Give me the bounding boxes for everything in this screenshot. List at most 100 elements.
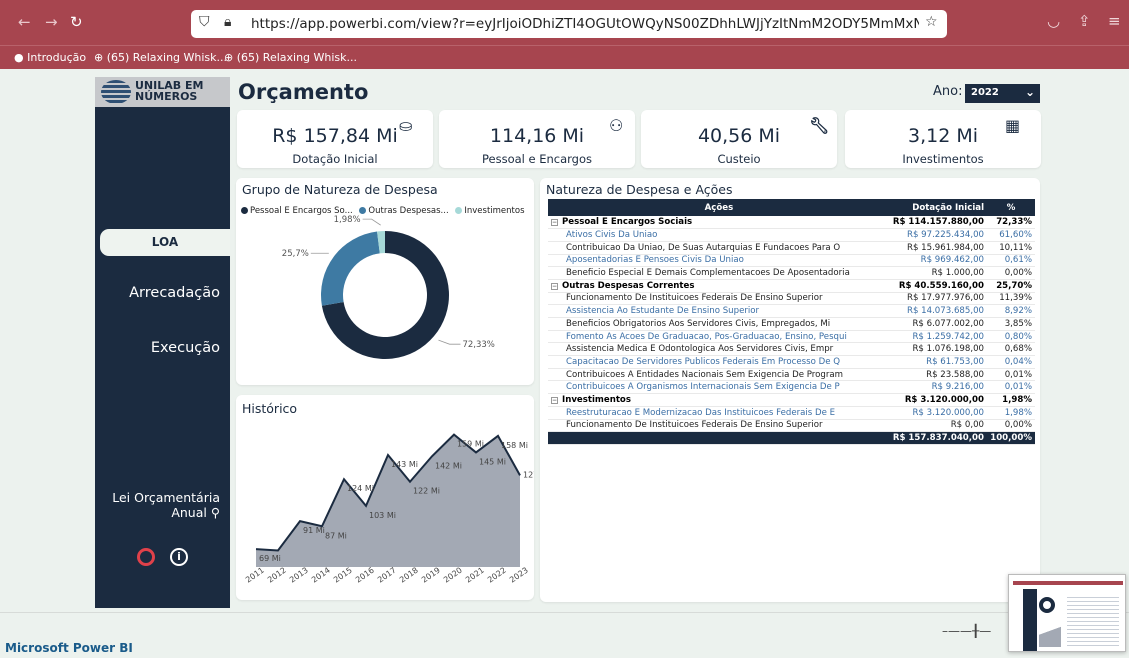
column-header-acoes[interactable]: Ações <box>548 199 890 216</box>
group-row[interactable]: − Investimentos R$ 3.120.000,00 1,98% <box>548 393 1035 407</box>
table-row[interactable]: Capacitacao De Servidores Publicos Feder… <box>548 355 1035 369</box>
page-title: Orçamento <box>238 80 369 104</box>
table-row[interactable]: Contribuicao Da Uniao, De Suas Autarquia… <box>548 241 1035 255</box>
history-area-chart[interactable]: 69 Mi 91 Mi87 Mi 124 Mi 103 Mi 143 Mi 122 Mi 1… <box>236 395 534 600</box>
menu-icon[interactable]: ≡ <box>1108 12 1121 30</box>
cell-percent: 1,98% <box>987 406 1035 420</box>
cell-acao: Contribuicao Da Uniao, De Suas Autarquia… <box>548 241 890 255</box>
address-bar[interactable]: ⛉ 🔒︎ https://app.powerbi.com/view?r=eyJr… <box>191 10 947 38</box>
lock-icon[interactable]: 🔒︎ <box>224 14 231 30</box>
table-row[interactable]: Contribuicoes A Entidades Nacionais Sem … <box>548 368 1035 382</box>
column-header-percent[interactable]: % <box>987 199 1035 216</box>
x-tick-label: 2013 <box>288 566 310 585</box>
table-row[interactable]: Beneficios Obrigatorios Aos Servidores C… <box>548 317 1035 331</box>
browser-toolbar: ← → ↻ ⛉ 🔒︎ https://app.powerbi.com/view?… <box>0 0 1129 45</box>
table-row[interactable]: Contribuicoes A Organismos Internacionai… <box>548 380 1035 395</box>
kpi-card-custeio: 40,56 Mi Custeio 🔧︎ <box>641 110 837 168</box>
info-icon[interactable]: i <box>170 548 188 566</box>
page-thumbnail[interactable] <box>1008 574 1126 652</box>
sidebar-item-execucao[interactable]: Execução <box>110 340 230 356</box>
forward-icon[interactable]: → <box>45 13 58 31</box>
shield-icon[interactable]: ⛉ <box>199 14 210 30</box>
group-row[interactable]: − Pessoal E Encargos Sociais R$ 114.157.88… <box>548 216 1035 230</box>
cell-dotacao: R$ 0,00 <box>889 419 988 433</box>
table-row[interactable]: Assistencia Ao Estudante De Ensino Super… <box>548 304 1035 318</box>
table-row[interactable]: Aposentadorias E Pensoes Civis Da Uniao R… <box>548 254 1035 268</box>
bookmarks-bar: ● Introdução ⊕ (65) Relaxing Whisk... ⊕ … <box>0 45 1129 69</box>
cell-dotacao: R$ 15.961.984,00 <box>889 241 988 255</box>
cell-acao: Contribuicoes A Entidades Nacionais Sem … <box>548 368 890 382</box>
cell-percent: 0,00% <box>987 419 1035 433</box>
cell-percent: 25,70% <box>987 279 1035 293</box>
cell-total-label <box>548 431 890 445</box>
url-text[interactable]: https://app.powerbi.com/view?r=eyJrIjoiO… <box>251 16 919 32</box>
cell-dotacao: R$ 969.462,00 <box>889 254 988 268</box>
x-tick-label: 2011 <box>244 566 266 585</box>
footer-line2: Anual <box>171 505 207 520</box>
area-data-label: 91 Mi <box>303 526 325 535</box>
wrench-icon: 🔧︎ <box>809 116 830 135</box>
zoom-slider[interactable]: –——╂— <box>942 624 991 638</box>
x-tick-label: 2014 <box>310 566 332 585</box>
bookmark-relaxing-1[interactable]: ⊕ (65) Relaxing Whisk... <box>94 51 227 64</box>
cell-dotacao: R$ 6.077.002,00 <box>889 317 988 331</box>
table-row[interactable]: Beneficio Especial E Demais Complementac… <box>548 266 1035 280</box>
table-row[interactable]: Assistencia Medica E Odontologica Aos Se… <box>548 342 1035 357</box>
powerbi-link[interactable]: Microsoft Power BI <box>5 641 133 655</box>
area-data-label: 159 Mi <box>457 440 484 449</box>
cell-dotacao: R$ 9.216,00 <box>889 380 988 395</box>
cell-acao: Assistencia Medica E Odontologica Aos Se… <box>548 342 890 357</box>
back-icon[interactable]: ← <box>18 13 31 31</box>
building-icon: ▦ <box>1005 116 1021 135</box>
cell-acao: Aposentadorias E Pensoes Civis Da Uniao <box>548 254 890 268</box>
cell-percent: 1,98% <box>987 393 1035 407</box>
kpi-label: Investimentos <box>902 152 984 166</box>
reload-icon[interactable]: ↻ <box>70 13 83 31</box>
cell-acao: − Outras Despesas Correntes <box>548 279 890 293</box>
area-data-label: 127 Mi <box>523 470 534 479</box>
donut-data-label: 25,7% <box>282 249 309 259</box>
area-data-label: 103 Mi <box>369 511 396 520</box>
cell-acao: Fomento As Acoes De Graduacao, Pos-Gradu… <box>548 330 890 344</box>
collapse-icon[interactable]: − <box>551 396 558 404</box>
cell-percent: 11,39% <box>987 292 1035 306</box>
help-lifebuoy-icon[interactable] <box>137 548 155 566</box>
cell-percent: 8,92% <box>987 304 1035 318</box>
lei-orcamentaria-link[interactable]: Lei Orçamentária Anual ⚲ <box>100 490 220 520</box>
pocket-icon[interactable]: ◡ <box>1047 12 1060 30</box>
bookmark-star-icon[interactable]: ☆ <box>925 14 938 30</box>
cell-dotacao: R$ 1.259.742,00 <box>889 330 988 344</box>
chevron-down-icon: ⌄ <box>1024 85 1035 99</box>
x-tick-label: 2012 <box>266 566 288 585</box>
kpi-value: 114,16 Mi <box>489 125 585 147</box>
collapse-icon[interactable]: − <box>551 219 558 227</box>
sidebar-item-loa[interactable]: LOA <box>100 229 230 256</box>
x-tick-label: 2019 <box>420 566 442 585</box>
area-data-label: 158 Mi <box>501 441 528 450</box>
table-row[interactable]: Reestruturacao E Modernizacao Das Instit… <box>548 406 1035 420</box>
bookmark-introducao[interactable]: ● Introdução <box>14 51 86 64</box>
x-tick-label: 2020 <box>442 566 464 585</box>
donut-chart[interactable]: 72,33% 25,7% 1,98% <box>236 178 534 385</box>
cell-percent: 0,68% <box>987 342 1035 357</box>
donut-data-label: 1,98% <box>334 215 361 225</box>
table-row[interactable]: Funcionamento De Instituicoes Federais D… <box>548 292 1035 306</box>
column-header-dotacao[interactable]: Dotação Inicial <box>889 199 988 216</box>
cell-dotacao: R$ 1.000,00 <box>889 266 988 280</box>
table-row[interactable]: Ativos Civis Da Uniao R$ 97.225.434,00 61,… <box>548 228 1035 242</box>
logo-line2: NÚMEROS <box>135 90 198 103</box>
cell-dotacao: R$ 1.076.198,00 <box>889 342 988 357</box>
sidebar-item-arrecadacao[interactable]: Arrecadação <box>110 285 230 301</box>
group-row[interactable]: − Outras Despesas Correntes R$ 40.559.160,… <box>548 279 1035 293</box>
cell-dotacao: R$ 114.157.880,00 <box>889 216 988 230</box>
table-row[interactable]: Funcionamento De Instituicoes Federais D… <box>548 419 1035 433</box>
kpi-card-dotacao: R$ 157,84 Mi Dotação Inicial ⛀ <box>237 110 433 168</box>
share-icon[interactable]: ⇪ <box>1078 12 1091 30</box>
area-data-label: 142 Mi <box>435 461 462 470</box>
area-data-label: 145 Mi <box>479 457 506 466</box>
table-row[interactable]: Fomento As Acoes De Graduacao, Pos-Gradu… <box>548 330 1035 344</box>
collapse-icon[interactable]: − <box>551 282 558 290</box>
bookmark-relaxing-2[interactable]: ⊕ (65) Relaxing Whisk... <box>224 51 357 64</box>
year-select[interactable]: 2022 ⌄ <box>965 84 1040 103</box>
cell-acao: Funcionamento De Instituicoes Federais D… <box>548 292 890 306</box>
